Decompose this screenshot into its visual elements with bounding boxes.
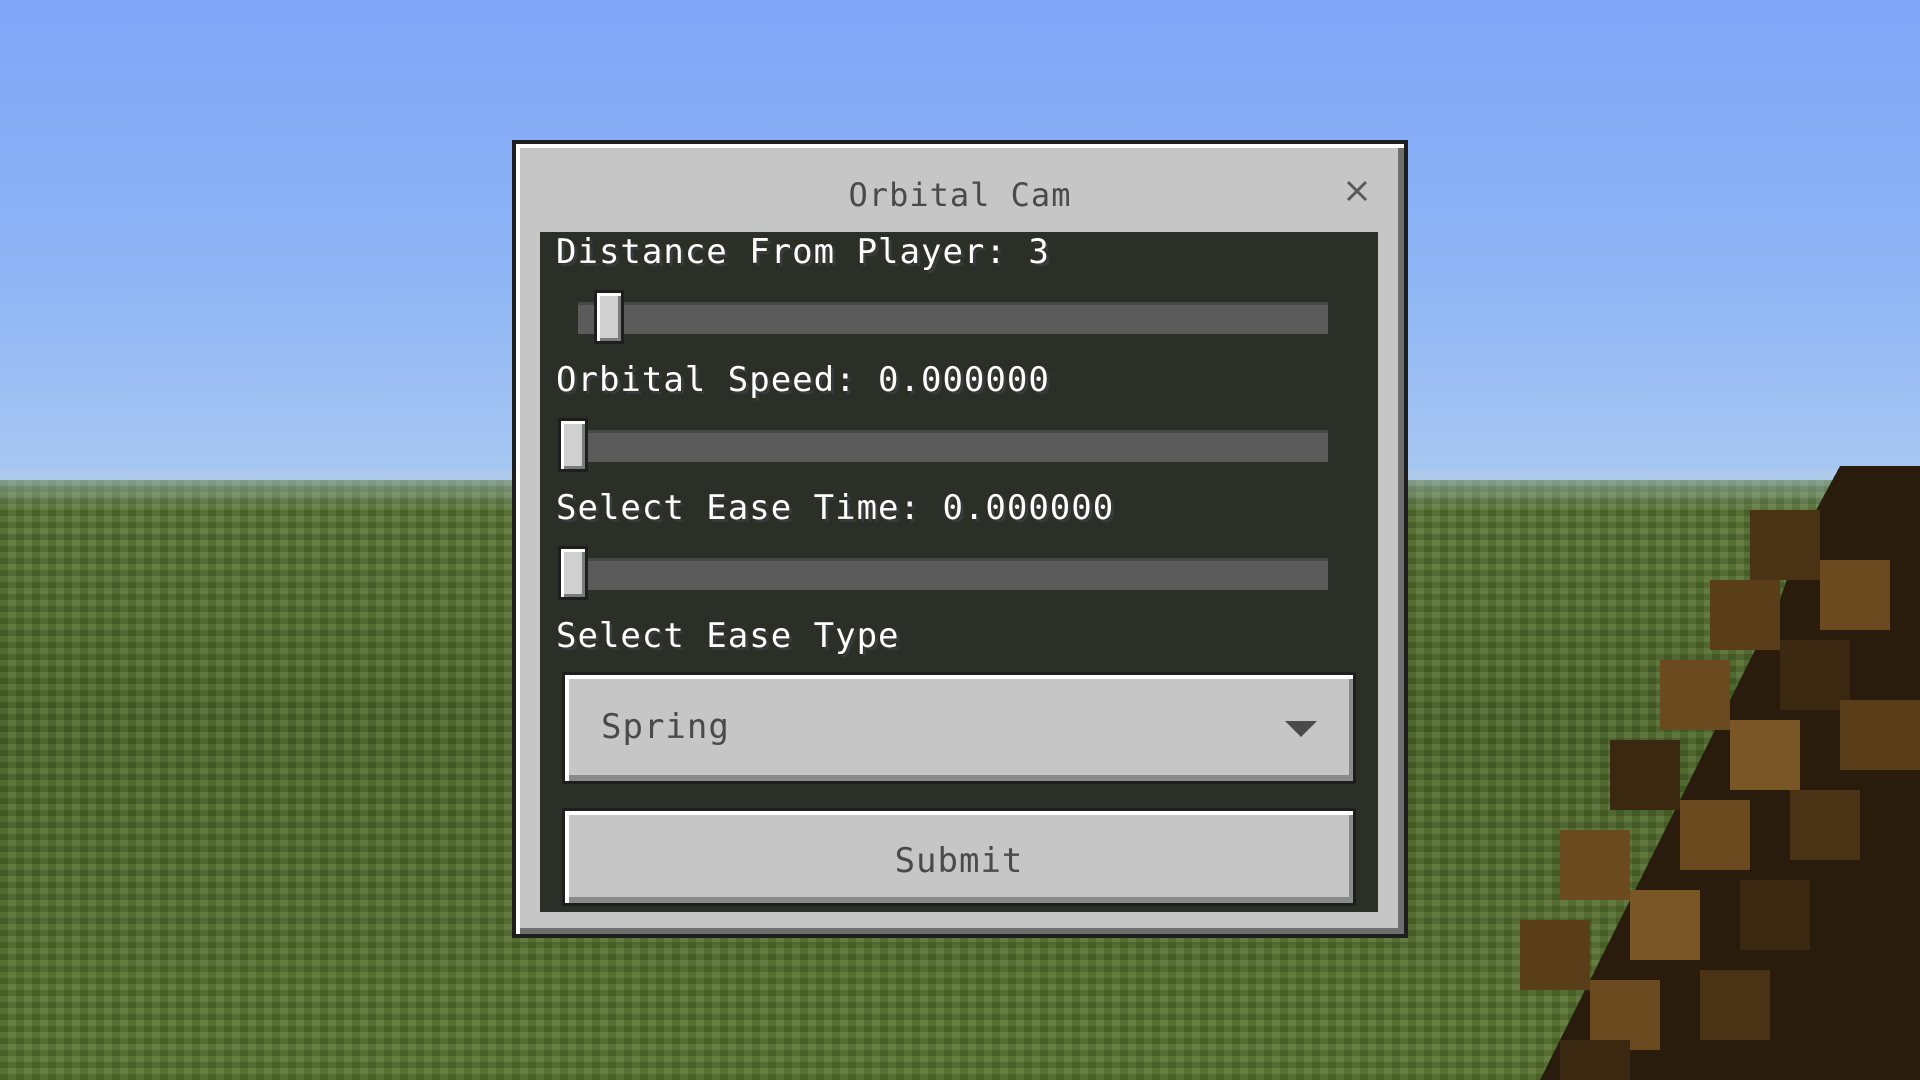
orbital-speed-slider-thumb[interactable]: [558, 418, 588, 472]
ease-type-label: Select Ease Type: [556, 616, 900, 656]
submit-label: Submit: [894, 841, 1024, 881]
form-panel: Distance From Player: 3 Orbital Speed: 0…: [540, 232, 1378, 912]
distance-slider-thumb[interactable]: [594, 290, 624, 344]
close-button[interactable]: [1340, 174, 1374, 208]
distance-label: Distance From Player: 3: [556, 232, 1050, 272]
triangle-down-icon: [1285, 721, 1317, 737]
ease-type-selected: Spring: [601, 707, 730, 747]
orbital-cam-dialog: Orbital Cam Distance From Player: 3 Orbi…: [512, 140, 1408, 938]
ease-time-slider[interactable]: [558, 546, 1328, 600]
close-icon: [1346, 180, 1368, 202]
orbital-speed-slider[interactable]: [558, 418, 1328, 472]
submit-button[interactable]: Submit: [562, 808, 1356, 906]
ease-time-slider-thumb[interactable]: [558, 546, 588, 600]
orbital-speed-label: Orbital Speed: 0.000000: [556, 360, 1050, 400]
game-world: Orbital Cam Distance From Player: 3 Orbi…: [0, 0, 1920, 1080]
ease-time-label: Select Ease Time: 0.000000: [556, 488, 1115, 528]
ease-type-dropdown[interactable]: Spring: [562, 672, 1356, 784]
distance-slider[interactable]: [578, 290, 1328, 344]
dialog-title: Orbital Cam: [848, 176, 1072, 214]
